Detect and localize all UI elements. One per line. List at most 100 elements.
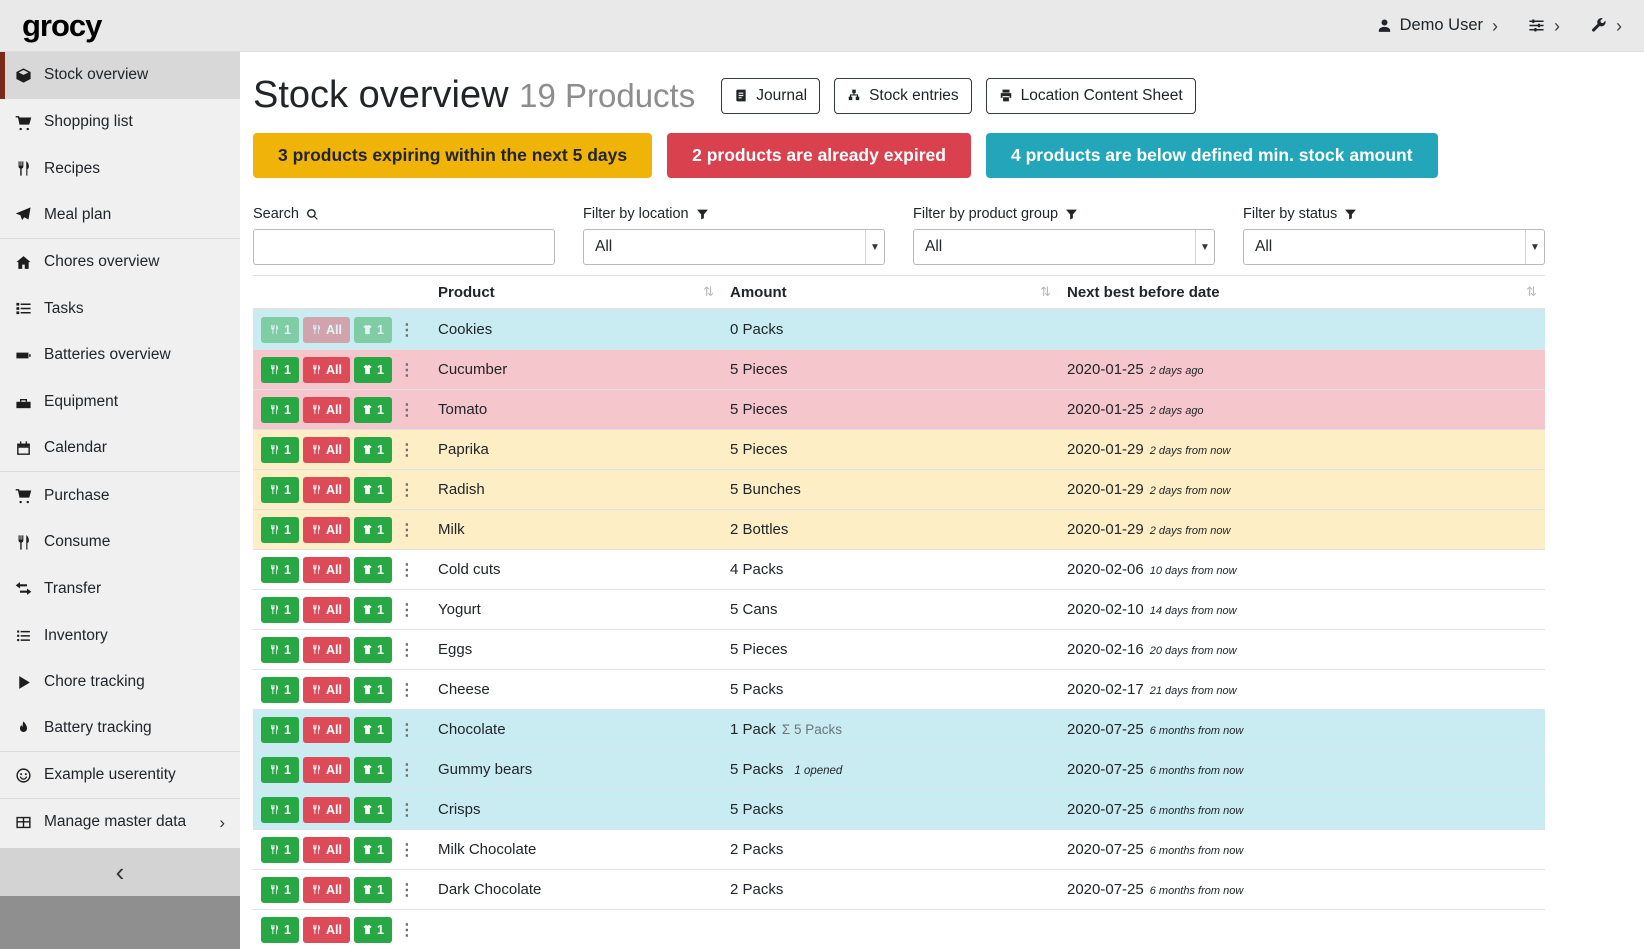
column-header-amount[interactable]: Amount⇅	[722, 276, 1059, 310]
sidebar-item-stock-overview[interactable]: Stock overview	[0, 52, 240, 99]
consume-all-button[interactable]: All	[303, 757, 350, 783]
consume-all-button[interactable]: All	[303, 477, 350, 503]
consume-all-button[interactable]: All	[303, 717, 350, 743]
row-menu-button[interactable]: ⋮	[396, 837, 418, 863]
consume-one-button[interactable]: 1	[261, 477, 299, 503]
row-menu-button[interactable]: ⋮	[396, 757, 418, 783]
open-one-button[interactable]: 1	[354, 917, 392, 943]
open-one-button[interactable]: 1	[354, 317, 392, 343]
consume-all-button[interactable]: All	[303, 557, 350, 583]
row-menu-button[interactable]: ⋮	[396, 717, 418, 743]
open-one-button[interactable]: 1	[354, 437, 392, 463]
consume-all-button[interactable]: All	[303, 357, 350, 383]
search-input[interactable]	[253, 229, 555, 265]
consume-one-button[interactable]: 1	[261, 357, 299, 383]
open-one-button[interactable]: 1	[354, 677, 392, 703]
app-logo[interactable]: grocy	[22, 8, 101, 44]
sidebar-item-calendar[interactable]: Calendar	[0, 426, 240, 473]
open-one-button[interactable]: 1	[354, 717, 392, 743]
column-header-next-best-before-date[interactable]: Next best before date⇅	[1059, 276, 1545, 310]
consume-one-button[interactable]: 1	[261, 597, 299, 623]
product-group-filter-select[interactable]: All ▼	[913, 229, 1215, 265]
open-one-button[interactable]: 1	[354, 357, 392, 383]
open-one-button[interactable]: 1	[354, 597, 392, 623]
sidebar-item-battery-tracking[interactable]: Battery tracking	[0, 706, 240, 753]
consume-one-button[interactable]: 1	[261, 557, 299, 583]
consume-one-button[interactable]: 1	[261, 437, 299, 463]
consume-one-button[interactable]: 1	[261, 837, 299, 863]
location-content-sheet-button[interactable]: Location Content Sheet	[986, 78, 1196, 114]
consume-one-button[interactable]: 1	[261, 917, 299, 943]
open-one-button[interactable]: 1	[354, 557, 392, 583]
column-header-product[interactable]: Product⇅	[430, 276, 722, 310]
consume-one-button[interactable]: 1	[261, 637, 299, 663]
consume-all-button[interactable]: All	[303, 677, 350, 703]
sidebar-item-example-userentity[interactable]: Example userentity	[0, 752, 240, 799]
sidebar-item-meal-plan[interactable]: Meal plan	[0, 192, 240, 239]
sidebar-item-batteries-overview[interactable]: Batteries overview	[0, 332, 240, 379]
sidebar-item-manage-master-data[interactable]: Manage master data ›	[0, 799, 240, 846]
consume-all-button[interactable]: All	[303, 517, 350, 543]
consume-all-button[interactable]: All	[303, 917, 350, 943]
location-filter-select[interactable]: All ▼	[583, 229, 885, 265]
row-menu-button[interactable]: ⋮	[396, 517, 418, 543]
open-one-button[interactable]: 1	[354, 797, 392, 823]
below-min-stock-alert[interactable]: 4 products are below defined min. stock …	[986, 133, 1438, 178]
row-menu-button[interactable]: ⋮	[396, 917, 418, 943]
sidebar-item-recipes[interactable]: Recipes	[0, 145, 240, 192]
sidebar-item-chore-tracking[interactable]: Chore tracking	[0, 659, 240, 706]
consume-all-button[interactable]: All	[303, 397, 350, 423]
row-menu-button[interactable]: ⋮	[396, 437, 418, 463]
row-menu-button[interactable]: ⋮	[396, 397, 418, 423]
row-menu-button[interactable]: ⋮	[396, 477, 418, 503]
open-one-button[interactable]: 1	[354, 757, 392, 783]
sidebar-item-purchase[interactable]: Purchase	[0, 472, 240, 519]
sidebar-collapse-button[interactable]: ‹	[0, 848, 240, 896]
settings-menu[interactable]: ›	[1528, 17, 1560, 35]
row-menu-button[interactable]: ⋮	[396, 797, 418, 823]
user-menu[interactable]: Demo User ›	[1376, 16, 1498, 35]
consume-all-button[interactable]: All	[303, 837, 350, 863]
row-menu-button[interactable]: ⋮	[396, 637, 418, 663]
sort-icon[interactable]: ⇅	[1040, 284, 1051, 300]
open-one-button[interactable]: 1	[354, 837, 392, 863]
row-menu-button[interactable]: ⋮	[396, 677, 418, 703]
consume-one-button[interactable]: 1	[261, 317, 299, 343]
sidebar-item-equipment[interactable]: Equipment	[0, 379, 240, 426]
row-menu-button[interactable]: ⋮	[396, 357, 418, 383]
consume-all-button[interactable]: All	[303, 797, 350, 823]
consume-all-button[interactable]: All	[303, 597, 350, 623]
row-menu-button[interactable]: ⋮	[396, 317, 418, 343]
consume-all-button[interactable]: All	[303, 637, 350, 663]
consume-one-button[interactable]: 1	[261, 757, 299, 783]
consume-all-button[interactable]: All	[303, 317, 350, 343]
sidebar-item-inventory[interactable]: Inventory	[0, 612, 240, 659]
consume-all-button[interactable]: All	[303, 437, 350, 463]
sidebar-item-shopping-list[interactable]: Shopping list	[0, 99, 240, 146]
row-menu-button[interactable]: ⋮	[396, 557, 418, 583]
sort-icon[interactable]: ⇅	[703, 284, 714, 300]
expiring-soon-alert[interactable]: 3 products expiring within the next 5 da…	[253, 133, 652, 178]
consume-one-button[interactable]: 1	[261, 677, 299, 703]
open-one-button[interactable]: 1	[354, 397, 392, 423]
row-menu-button[interactable]: ⋮	[396, 597, 418, 623]
open-one-button[interactable]: 1	[354, 517, 392, 543]
sidebar-item-consume[interactable]: Consume	[0, 519, 240, 566]
consume-all-button[interactable]: All	[303, 877, 350, 903]
sidebar-item-transfer[interactable]: Transfer	[0, 566, 240, 613]
journal-button[interactable]: Journal	[721, 78, 820, 114]
sidebar-item-chores-overview[interactable]: Chores overview	[0, 239, 240, 286]
consume-one-button[interactable]: 1	[261, 397, 299, 423]
admin-menu[interactable]: ›	[1590, 17, 1622, 35]
row-menu-button[interactable]: ⋮	[396, 877, 418, 903]
sort-icon[interactable]: ⇅	[1526, 284, 1537, 300]
open-one-button[interactable]: 1	[354, 477, 392, 503]
sidebar-item-tasks[interactable]: Tasks	[0, 285, 240, 332]
consume-one-button[interactable]: 1	[261, 797, 299, 823]
stock-entries-button[interactable]: Stock entries	[834, 78, 972, 114]
consume-one-button[interactable]: 1	[261, 717, 299, 743]
consume-one-button[interactable]: 1	[261, 877, 299, 903]
open-one-button[interactable]: 1	[354, 637, 392, 663]
consume-one-button[interactable]: 1	[261, 517, 299, 543]
expired-alert[interactable]: 2 products are already expired	[667, 133, 971, 178]
